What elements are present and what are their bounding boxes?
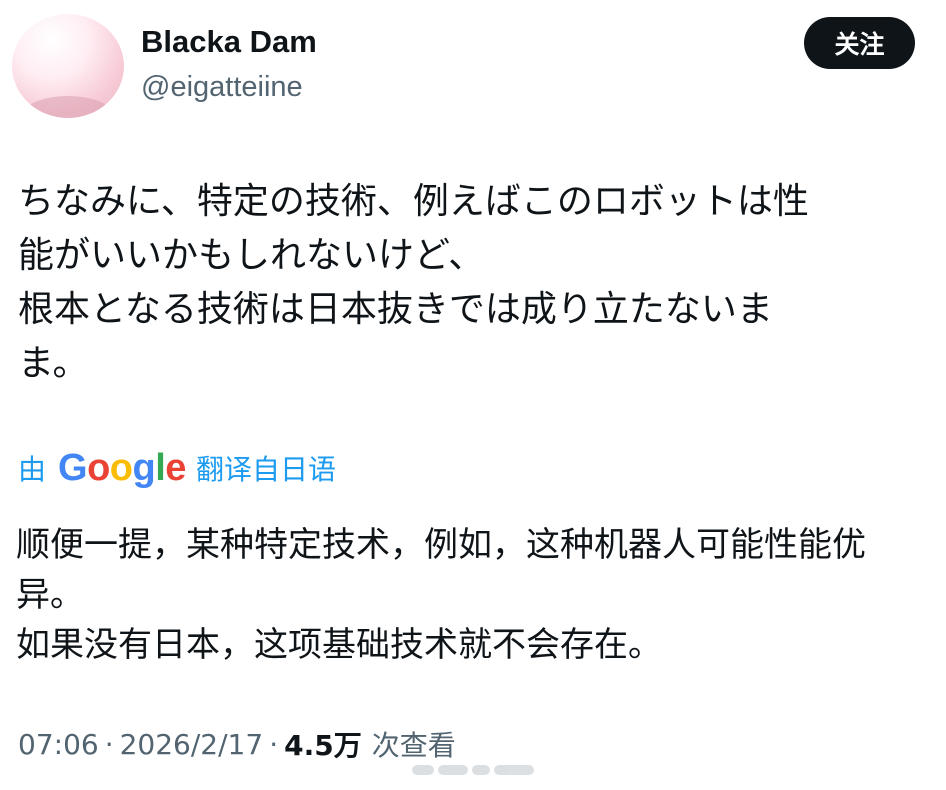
user-handle[interactable]: @eigatteiine [141, 71, 303, 104]
google-logo-letter: e [165, 446, 186, 489]
watermark [412, 758, 542, 782]
google-logo: G o o g l e [58, 447, 186, 490]
follow-button[interactable]: 关注 [804, 17, 915, 69]
views-count: 4.5万 [284, 729, 362, 762]
post-text-line: ま。 [18, 343, 89, 384]
google-logo-letter: o [109, 446, 133, 489]
translation-suffix: 翻译自日语 [195, 453, 336, 486]
translation-prefix: 由 [18, 453, 47, 486]
post-text-line: 能がいいかもしれないけど、 [18, 235, 485, 276]
avatar[interactable] [12, 14, 124, 118]
display-name[interactable]: Blacka Dam [141, 24, 317, 60]
translated-text-line: 顺便一提，某种特定技术，例如，这种机器人可能性能优 [16, 525, 866, 565]
translated-text: 顺便一提，某种特定技术，例如，这种机器人可能性能优 异。 如果没有日本，这项基础… [16, 520, 926, 670]
post-text: ちなみに、特定の技術、例えばこのロボットは性 能がいいかもしれないけど、 根本と… [18, 175, 918, 391]
post-date[interactable]: 2026/2/17 [120, 728, 264, 761]
post-meta: 07:06 · 2026/2/17 · 4.5万 次查看 [18, 722, 456, 766]
translation-attribution[interactable]: 由 G o o g l e 翻译自日语 [18, 446, 336, 490]
translated-text-line: 异。 [16, 575, 84, 615]
google-logo-letter: G [58, 446, 88, 489]
google-logo-letter: l [155, 446, 166, 489]
google-logo-letter: o [87, 446, 110, 489]
post-text-line: ちなみに、特定の技術、例えばこのロボットは性 [18, 181, 809, 222]
meta-separator: · [269, 727, 279, 761]
translated-text-line: 如果没有日本，这项基础技术就不会存在。 [16, 625, 662, 665]
post-time[interactable]: 07:06 [18, 728, 99, 761]
meta-separator: · [104, 727, 114, 761]
google-logo-letter: g [132, 446, 156, 489]
post-text-line: 根本となる技術は日本抜きでは成り立たないま [18, 289, 773, 330]
